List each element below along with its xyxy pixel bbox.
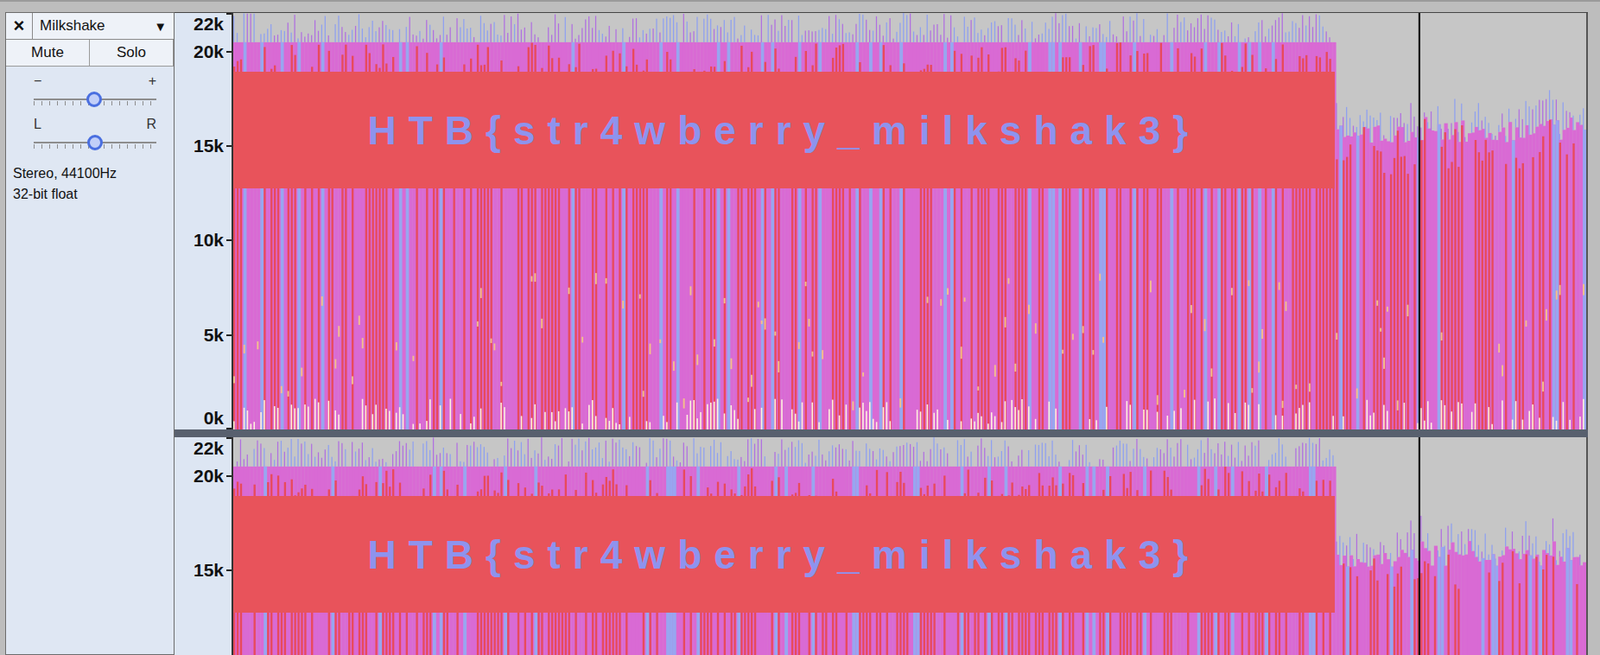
axis-label: 20k bbox=[193, 42, 224, 62]
pan-labels: LR bbox=[30, 116, 160, 133]
track-title-row: ×Milkshake▼ bbox=[6, 12, 174, 40]
spectrogram-view[interactable]: HTB{str4wberry_milkshak3} bbox=[233, 12, 1588, 430]
gain-slider: −+ bbox=[6, 66, 174, 110]
axis-tick bbox=[226, 50, 232, 53]
pan-slider: LR bbox=[6, 109, 174, 153]
watermark-text: HTB{str4wberry_milkshak3} bbox=[368, 107, 1201, 154]
spectrogram-view[interactable]: HTB{str4wberry_milkshak3} bbox=[233, 437, 1588, 655]
axis-label: 15k bbox=[193, 560, 224, 580]
axis-label: 20k bbox=[193, 466, 224, 486]
watermark-text: HTB{str4wberry_milkshak3} bbox=[368, 531, 1201, 578]
axis-label: 5k bbox=[203, 325, 224, 345]
channels: 22k 20k 15k 10k 5k 0k HTB{str4wberry_milkshak3… bbox=[174, 12, 1588, 655]
axis-tick bbox=[226, 427, 232, 430]
mute-solo-row: MuteSolo bbox=[6, 39, 174, 67]
track-name-menu[interactable]: Milkshake▼ bbox=[32, 12, 174, 39]
channel: 22k 20k 15k 10k 5k 0k HTB{str4wberry_milkshak3… bbox=[174, 12, 1588, 430]
dropdown-arrow-icon[interactable]: ▼ bbox=[153, 19, 167, 34]
axis-label: 15k bbox=[193, 136, 224, 156]
axis-label: 22k bbox=[193, 14, 224, 34]
axis-tick bbox=[226, 239, 232, 242]
gain-labels: −+ bbox=[30, 73, 160, 89]
close-button[interactable]: × bbox=[6, 12, 33, 39]
axis-tick bbox=[226, 145, 232, 147]
track-info: Stereo, 44100Hz32-bit float bbox=[6, 152, 174, 216]
axis-label: 10k bbox=[193, 230, 224, 250]
solo-button[interactable]: Solo bbox=[89, 39, 174, 67]
pan-track[interactable] bbox=[33, 133, 157, 152]
axis-label: 0k bbox=[203, 408, 224, 428]
axis-tick bbox=[226, 12, 232, 15]
channel: 22k 20k 15k HTB{str4wberry_milkshak3} bbox=[174, 437, 1588, 655]
axis-tick bbox=[226, 475, 232, 477]
axis-tick bbox=[226, 334, 232, 337]
frequency-axis: 22k 20k 15k bbox=[174, 437, 234, 655]
frequency-axis: 22k 20k 15k 10k 5k 0k bbox=[174, 12, 234, 430]
track-window: ×Milkshake▼MuteSolo −+ LR Stereo, 44100Hz32… bbox=[0, 0, 1600, 655]
gain-thumb[interactable] bbox=[86, 91, 102, 108]
watermark-band: HTB{str4wberry_milkshak3} bbox=[233, 495, 1335, 613]
gain-track[interactable] bbox=[33, 90, 157, 108]
track-control-panel: ×Milkshake▼MuteSolo −+ LR Stereo, 44100Hz32… bbox=[5, 12, 175, 655]
watermark-band: HTB{str4wberry_milkshak3} bbox=[233, 71, 1335, 189]
axis-tick bbox=[226, 437, 232, 439]
axis-label: 22k bbox=[193, 438, 224, 458]
mute-button[interactable]: Mute bbox=[6, 39, 90, 67]
axis-tick bbox=[226, 569, 232, 572]
pan-thumb[interactable] bbox=[87, 134, 103, 151]
